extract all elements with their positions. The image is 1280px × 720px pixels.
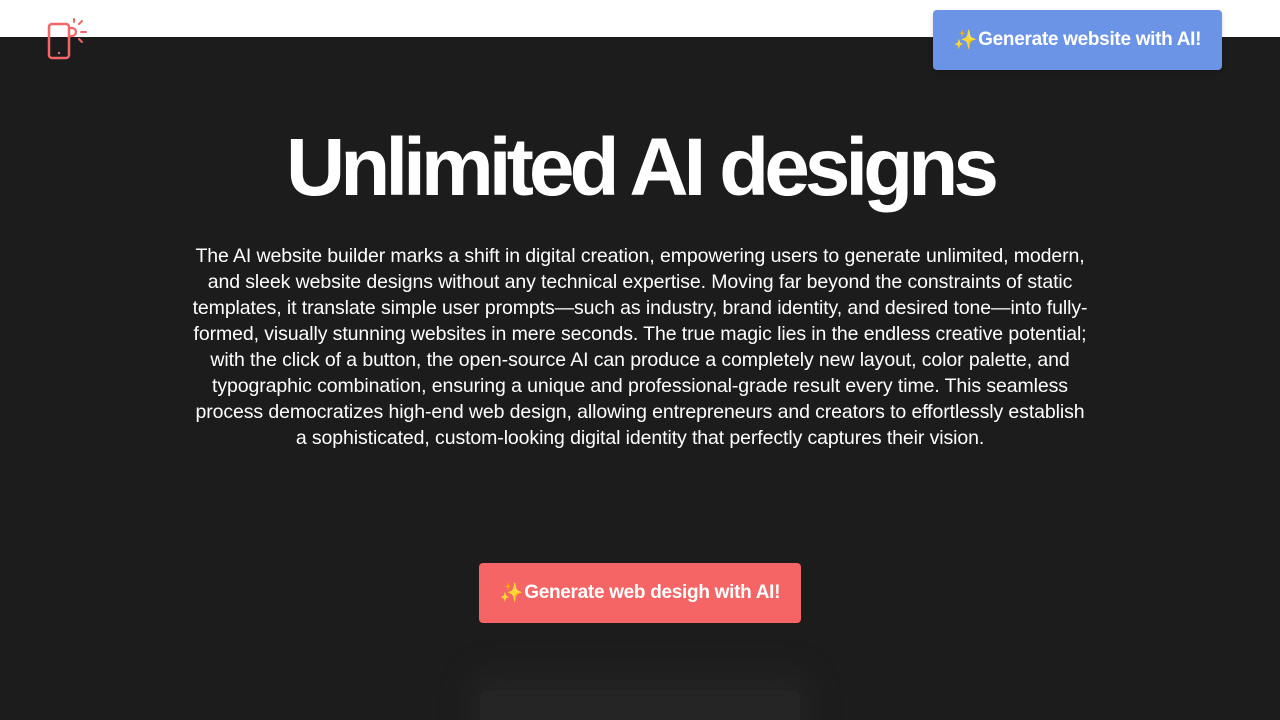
generate-website-button[interactable]: ✨ Generate website with AI! <box>933 10 1222 70</box>
hero-title: Unlimited AI designs <box>286 122 999 213</box>
sparkles-icon: ✨ <box>499 583 524 604</box>
page: ✨ Generate website with AI! Unlimited AI… <box>0 0 1280 720</box>
sparkles-icon: ✨ <box>953 30 978 51</box>
generate-website-label: Generate website with AI! <box>978 29 1202 50</box>
generate-web-design-label: Generate web desigh with AI! <box>524 582 781 603</box>
hero-description: The AI website builder marks a shift in … <box>192 245 1088 449</box>
generate-web-design-button[interactable]: ✨ Generate web desigh with AI! <box>479 563 801 623</box>
preview-card-shadow <box>480 690 800 720</box>
phone-sparkle-icon[interactable] <box>46 18 90 62</box>
